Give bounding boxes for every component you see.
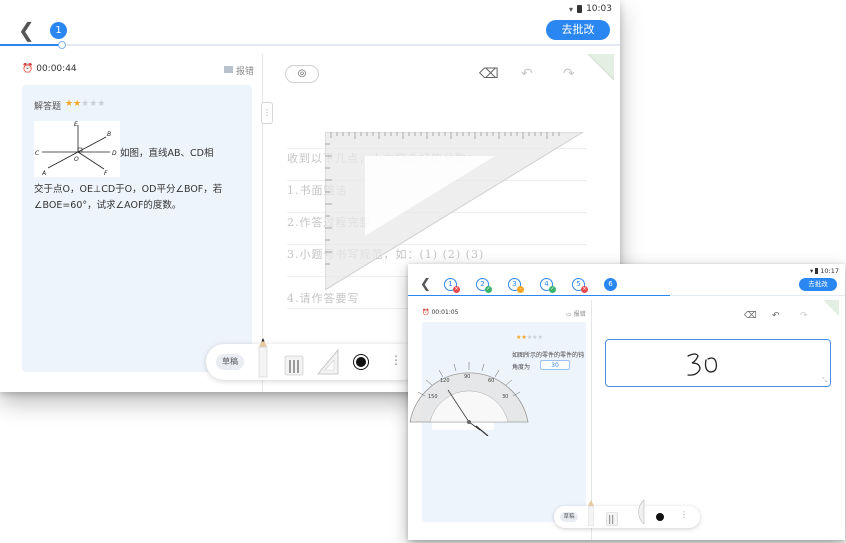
timer: ⏰ 00:00:44 [22,64,77,74]
question-nav-1[interactable]: 1 × [444,278,460,293]
question-type-row: 解答题 ★★★★★ [34,99,105,112]
figure-label-f: F [104,170,108,177]
camera-icon: ◎ [297,68,307,79]
back-arrow-icon[interactable]: ❮ [18,20,35,40]
svg-text:60: 60 [488,378,494,384]
front-tablet-screen: ▾ 10:17 ❮ 1 × 2 ✓ 3- 4 ✓ 5 × 6 去批改 ⏰ 00:01:0… [408,264,845,540]
draft-button[interactable]: 草稿 [560,512,578,522]
battery-icon [577,5,583,13]
protractor-tool[interactable]: 90 60 120 30 150 [408,326,530,436]
progress-knob[interactable] [58,41,66,49]
camera-button[interactable]: ◎ [285,65,319,83]
question-nav-6[interactable]: 6 [604,278,617,291]
composite-stage: ▾ 10:03 ❮ 1 去批改 ⏰ 00:00:44 报错 解答题 ★★★★★ … [0,0,846,543]
question-panel: ⏰ 00:00:44 报错 解答题 ★★★★★ E B C D O A F 如图… [0,54,262,392]
page-corner-icon[interactable] [588,54,614,80]
comment-icon [224,66,233,73]
ink-color-button[interactable] [656,513,664,521]
geometry-figure: E B C D O A F [34,121,120,177]
question-text-line-2: 交于点O，OE⊥CD于O，OD平分∠BOF，若 [34,184,223,195]
svg-text:120: 120 [440,378,450,384]
figure-label-a: A [41,170,46,177]
timer-value: 00:01:05 [431,309,459,316]
eraser-clear-icon[interactable]: ⌫ [744,311,757,321]
pencil-tool-icon[interactable] [588,500,594,526]
progress-fill [408,295,671,296]
alarm-clock-icon: ⏰ [422,309,430,316]
inline-answer-value: 30 [540,360,570,370]
report-error-button[interactable]: ▭ 报错 [566,309,586,318]
handwritten-answer: 30 [684,350,718,376]
report-label: 报错 [236,67,255,77]
difficulty-stars: ★★★★★ [65,99,106,109]
timer-value: 00:00:44 [36,64,77,74]
svg-text:90: 90 [464,374,470,380]
question-nav-5[interactable]: 5 × [572,278,588,293]
status-bar: ▾ 10:17 [810,267,839,275]
svg-text:30: 30 [502,394,508,400]
pencil-tool-icon[interactable] [258,338,268,378]
svg-text:30: 30 [684,350,686,351]
question-nav-2[interactable]: 2 ✓ [476,278,492,293]
timer: ⏰ 00:01:05 [422,309,458,316]
more-icon[interactable]: ⋮ [680,510,688,519]
question-card: 解答题 ★★★★★ E B C D O A F 如图，直线AB、CD相 交于点O… [22,85,252,372]
progress-track [0,41,620,49]
question-text-line-3: ∠BOE=60°，试求∠AOF的度数。 [34,200,182,211]
redo-icon[interactable]: ↷ [800,311,808,321]
protractor-tool-icon[interactable] [626,498,646,524]
figure-label-o: O [74,156,79,163]
status-bar: ▾ 10:03 [569,4,612,14]
question-type: 解答题 [34,102,62,112]
notebook-line-5: 4.请作答要写 [287,292,360,305]
status-time: 10:03 [586,4,612,14]
comment-icon: ▭ [566,311,572,318]
more-icon[interactable]: ⋮ [390,353,402,367]
question-nav-3[interactable]: 3- [508,278,524,293]
figure-label-d: D [112,150,117,157]
top-bar: ❮ 1 去批改 [0,16,620,46]
answer-input-box[interactable]: 30 ⤡ [605,339,831,387]
alarm-clock-icon: ⏰ [22,64,34,74]
progress-fill [0,44,62,46]
battery-icon [815,268,819,274]
question-nav-4[interactable]: 4 ✓ [540,278,556,293]
redo-icon[interactable]: ↷ [563,66,575,82]
drawing-toolbar: 草稿 ⋮ [554,499,700,528]
report-error-button[interactable]: 报错 [224,64,254,77]
back-arrow-icon[interactable]: ❮ [420,277,431,292]
figure-label-c: C [35,150,40,157]
undo-icon[interactable]: ↶ [772,311,780,321]
wifi-icon: ▾ [810,267,814,275]
undo-icon[interactable]: ↶ [521,66,533,82]
ruler-tool-icon[interactable] [316,348,340,376]
status-time: 10:17 [820,267,839,275]
grade-button[interactable]: 去批改 [546,20,610,40]
draft-button[interactable]: 草稿 [216,354,244,370]
eraser-tool-icon[interactable] [606,512,618,526]
eraser-tool-icon[interactable] [284,354,304,376]
svg-text:150: 150 [428,394,438,400]
progress-track [408,295,845,296]
figure-label-e: E [74,121,78,128]
drawing-toolbar: 草稿 ⋮ [206,338,422,380]
wifi-icon: ▾ [569,4,574,14]
grade-button[interactable]: 去批改 [799,278,837,291]
question-text-line-1: 如图，直线AB、CD相 [120,148,214,159]
resize-handle-icon[interactable]: ⤡ [822,377,827,385]
page-corner-icon[interactable] [823,300,839,316]
ink-color-button[interactable] [354,355,368,369]
eraser-clear-icon[interactable]: ⌫ [479,66,499,82]
question-number-badge[interactable]: 1 [50,22,67,39]
figure-label-b: B [107,131,111,138]
